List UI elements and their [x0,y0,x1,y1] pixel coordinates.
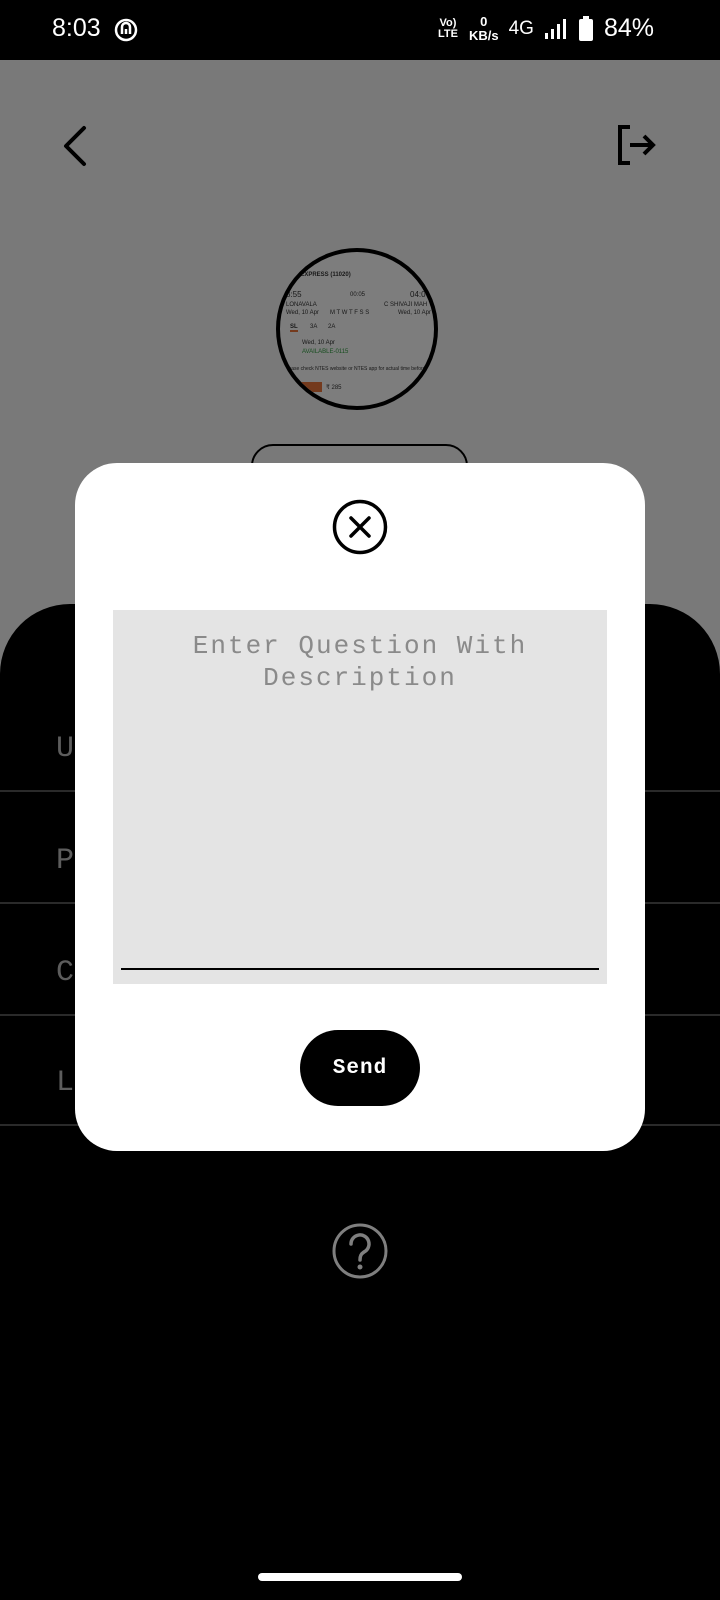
ask-question-dialog: Enter Question With Description Send [75,463,645,1151]
network-speed: 0 KB/s [468,13,499,43]
network-speed-value: 0 [480,13,488,29]
signal-icon [544,18,566,39]
status-bar: 8:03 Vo) LTE 0 KB/s 4G 84% [0,0,720,60]
send-button[interactable]: Send [300,1030,420,1106]
question-input[interactable]: Enter Question With Description [113,610,607,984]
app-notification-icon [114,18,138,42]
volte-indicator: Vo) LTE [437,16,458,40]
network-speed-unit: KB/s [468,27,499,43]
battery-icon [578,15,593,41]
status-time: 8:03 [52,14,101,42]
close-icon[interactable] [332,499,388,555]
home-indicator[interactable] [258,1573,462,1581]
battery-percent: 84% [603,14,654,42]
input-underline [121,968,599,970]
network-type: 4G [508,17,534,39]
question-input-placeholder: Enter Question With Description [192,631,528,693]
